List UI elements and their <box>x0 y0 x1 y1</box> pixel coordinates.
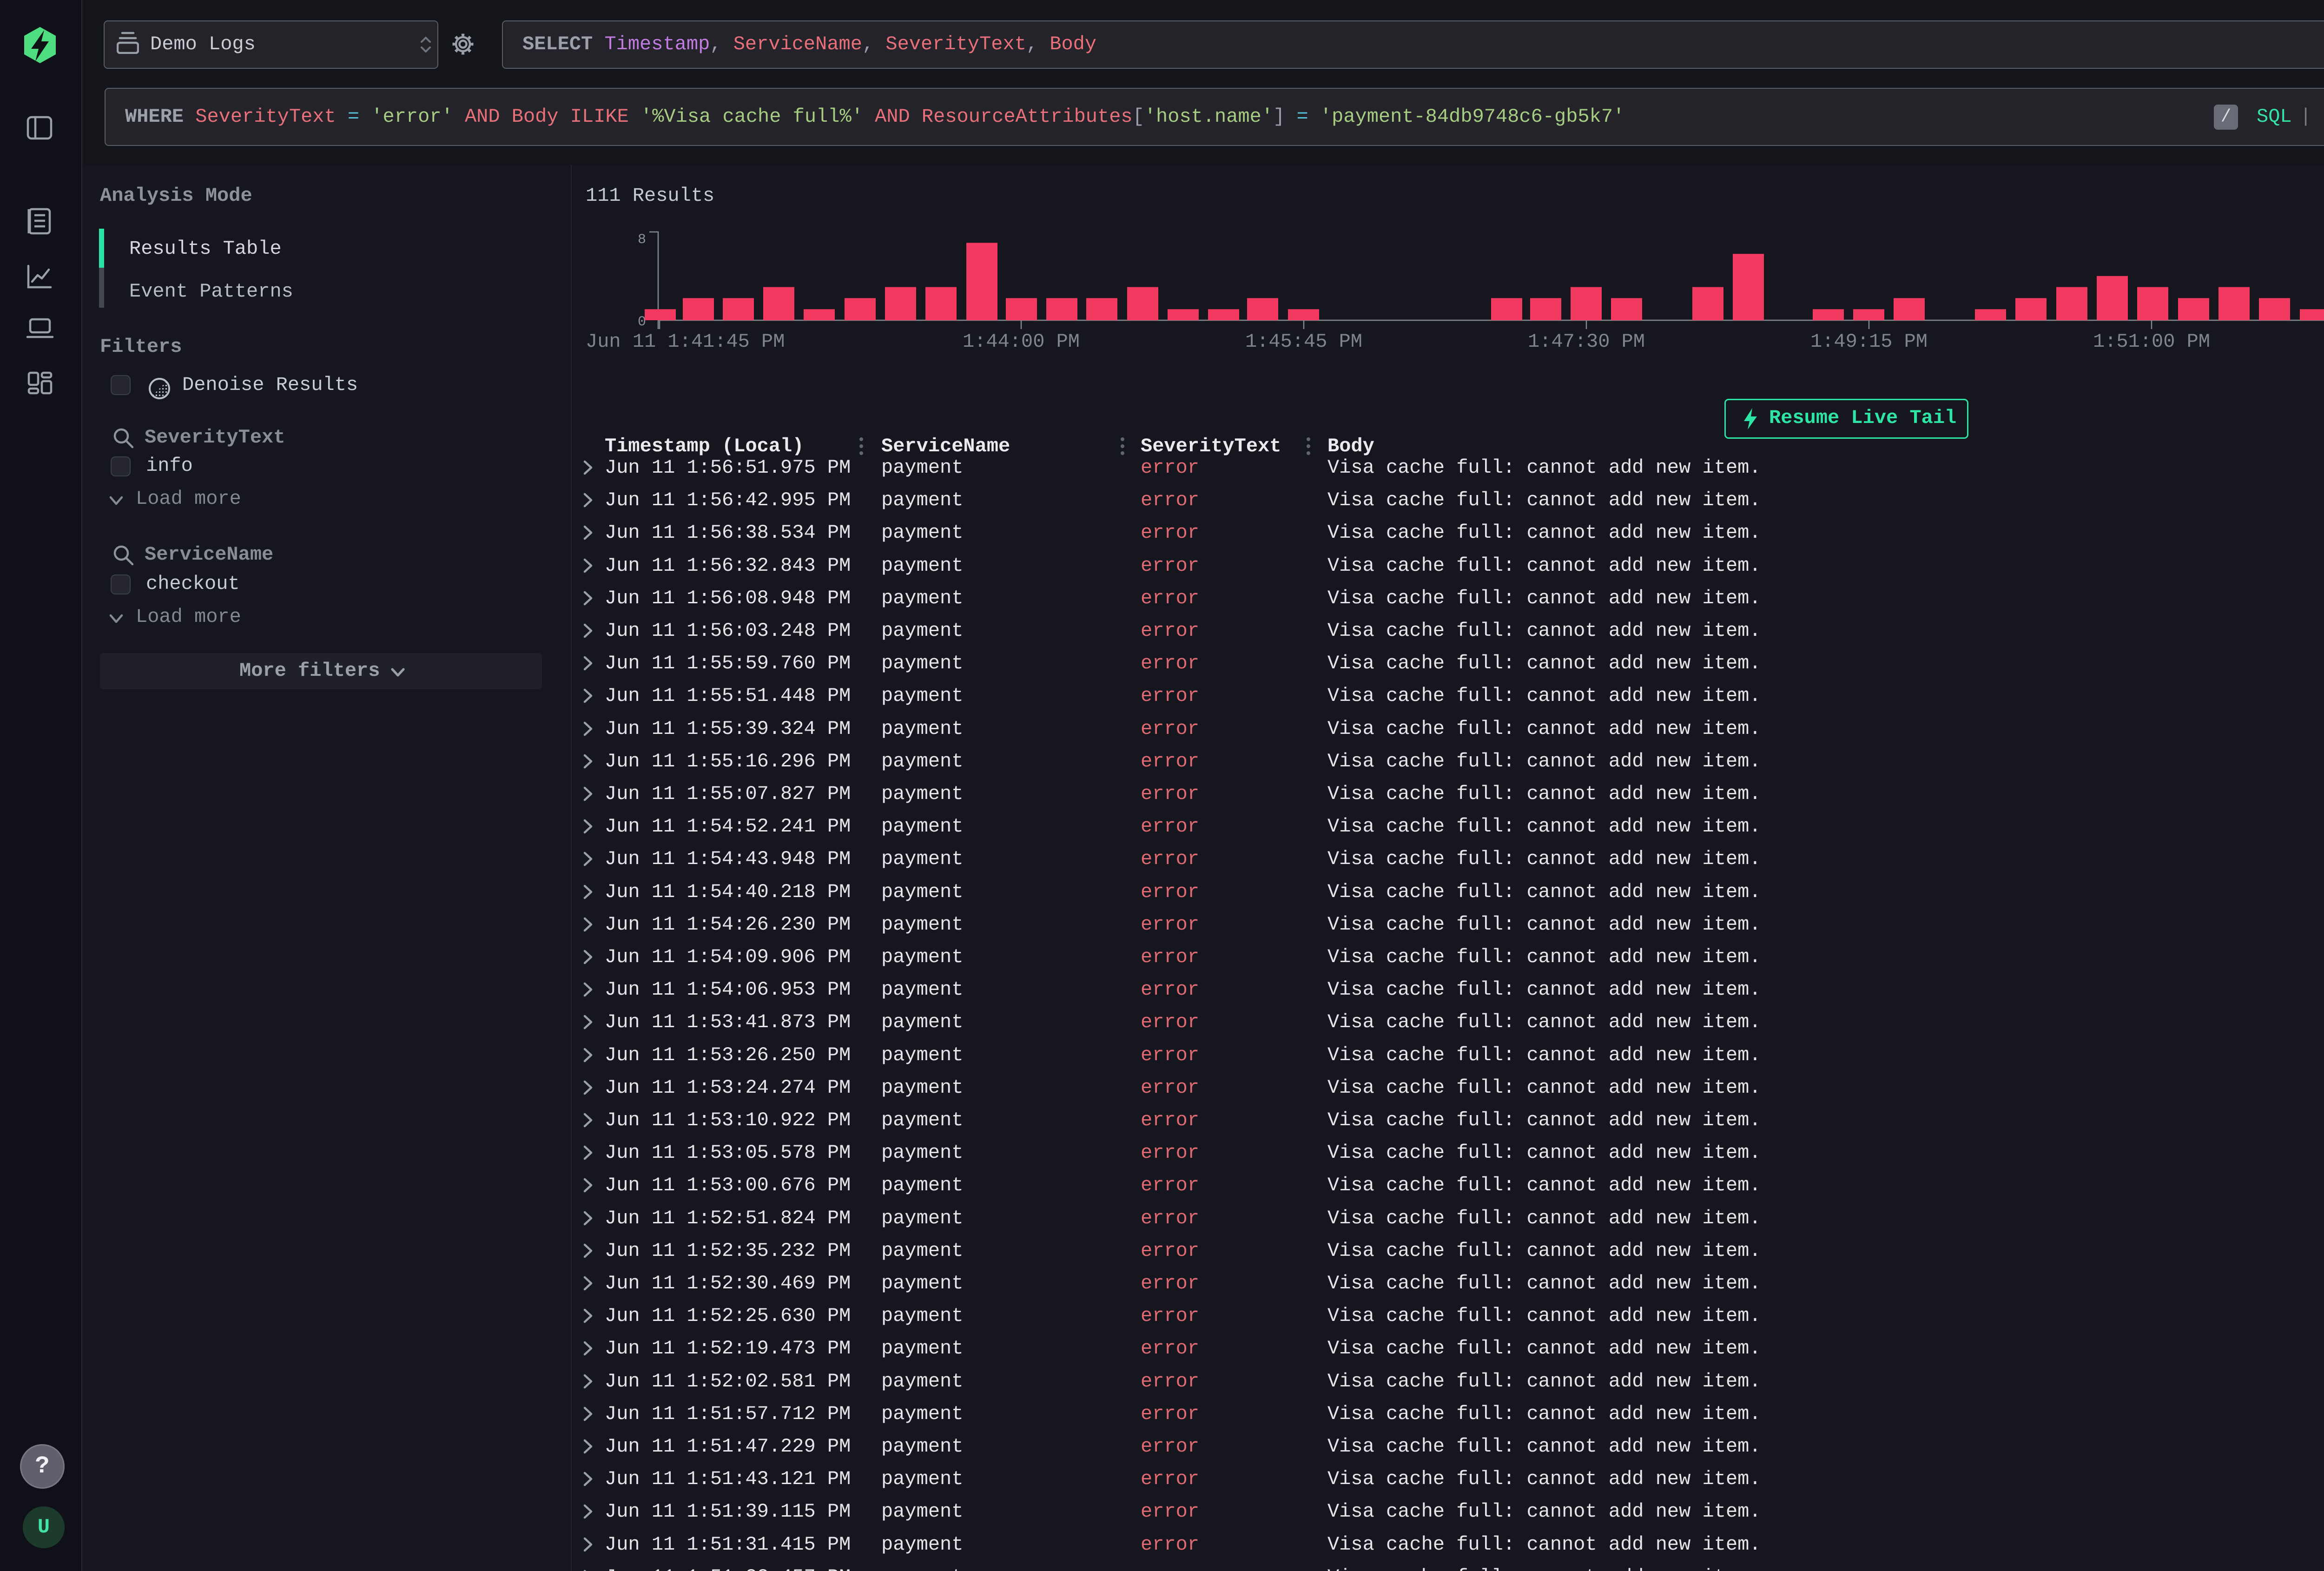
svg-text:8: 8 <box>638 232 646 248</box>
svg-text:1:45:45 PM: 1:45:45 PM <box>1245 330 1362 353</box>
svg-text:1:47:30 PM: 1:47:30 PM <box>1528 330 1645 353</box>
svg-text:1:51:00 PM: 1:51:00 PM <box>2093 330 2210 353</box>
svg-text:Jun 11 1:41:45 PM: Jun 11 1:41:45 PM <box>586 330 785 353</box>
svg-text:1:44:00 PM: 1:44:00 PM <box>963 330 1080 353</box>
svg-text:1:49:15 PM: 1:49:15 PM <box>1810 330 1928 353</box>
